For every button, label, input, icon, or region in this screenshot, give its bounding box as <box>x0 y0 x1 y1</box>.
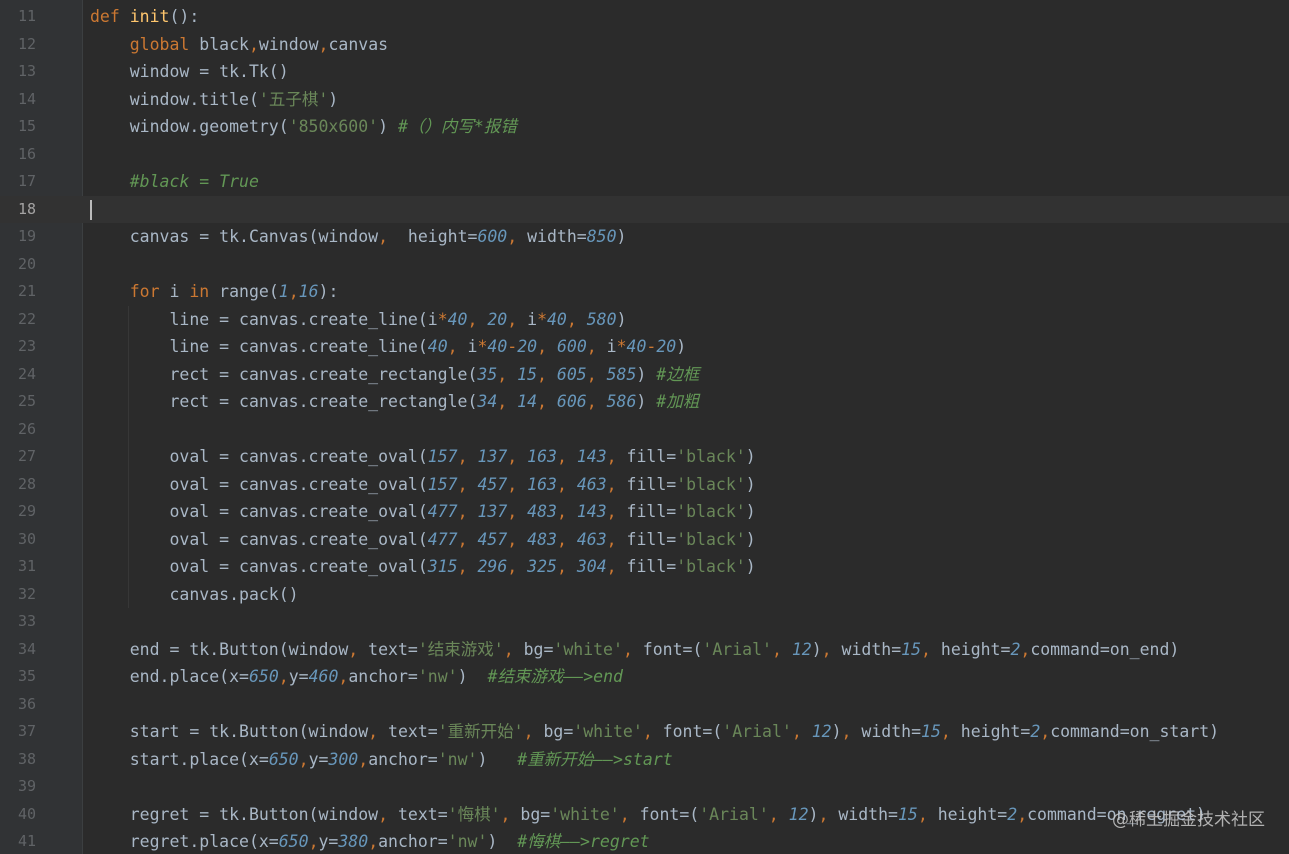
line-number: 14 <box>17 89 36 108</box>
code-line[interactable]: 29 oval = canvas.create_oval(477, 137, 4… <box>0 498 1289 526</box>
code-text: start.place(x=650,y=300,anchor='nw') #重新… <box>90 749 673 769</box>
line-number: 37 <box>17 722 36 740</box>
code-line[interactable]: 32 canvas.pack() <box>0 580 1289 608</box>
code-line[interactable]: 27 oval = canvas.create_oval(157, 137, 1… <box>0 443 1289 471</box>
line-number: 21 <box>17 282 36 300</box>
line-number: 19 <box>17 227 36 245</box>
code-text: #black = True <box>129 172 259 191</box>
code-text: start = tk.Button(window, text='重新开始', b… <box>90 722 1220 741</box>
code-text: line = canvas.create_line(i*40, 20, i*40… <box>90 309 627 329</box>
line-number: 18 <box>17 199 36 218</box>
code-line[interactable]: 39 <box>0 773 1289 801</box>
code-line[interactable]: 31 oval = canvas.create_oval(315, 296, 3… <box>0 553 1289 581</box>
code-line[interactable]: 26 <box>0 415 1289 443</box>
line-number: 13 <box>17 62 36 80</box>
code-line[interactable]: 16 <box>0 141 1289 169</box>
code-editor[interactable]: 11 def init(): 12 global black,window,canv… <box>0 0 1289 854</box>
code-line[interactable]: 38 start.place(x=650,y=300,anchor='nw') … <box>0 746 1289 774</box>
code-text: oval = canvas.create_oval(315, 296, 325,… <box>90 557 756 576</box>
line-number: 31 <box>17 557 36 575</box>
indent-guide <box>128 415 129 443</box>
code-text: rect = canvas.create_rectangle(34, 14, 6… <box>90 392 700 411</box>
line-number: 32 <box>17 584 36 603</box>
line-number: 26 <box>17 419 36 438</box>
code-text: window = tk.Tk() <box>90 62 289 81</box>
code-text: oval = canvas.create_oval(157, 457, 163,… <box>90 474 756 494</box>
code-line[interactable]: 15 window.geometry('850x600') #（）内写*报错 <box>0 113 1289 141</box>
code-line[interactable]: 21 for i in range(1,16): <box>0 278 1289 306</box>
code-text: regret.place(x=650,y=380,anchor='nw') #悔… <box>90 832 650 851</box>
line-number: 40 <box>17 804 36 823</box>
code-line[interactable]: 33 <box>0 608 1289 636</box>
line-number: 17 <box>17 172 36 190</box>
code-text: global black,window,canvas <box>129 34 389 54</box>
line-number: 22 <box>17 309 36 328</box>
code-line[interactable]: 12 global black,window,canvas <box>0 31 1289 59</box>
line-number: 41 <box>17 832 36 850</box>
code-text: window.title('五子棋') <box>90 89 339 109</box>
line-number: 33 <box>17 612 36 630</box>
line-number: 36 <box>17 694 36 713</box>
watermark: @稀土掘金技术社区 <box>1112 810 1265 830</box>
code-text: oval = canvas.create_oval(157, 137, 163,… <box>90 447 756 466</box>
line-number: 27 <box>17 447 36 465</box>
code-line[interactable]: 17 #black = True <box>0 168 1289 196</box>
code-line[interactable]: 20 <box>0 251 1289 279</box>
line-number: 34 <box>17 639 36 658</box>
line-number: 28 <box>17 474 36 493</box>
line-number: 24 <box>17 364 36 383</box>
code-line[interactable]: 28 oval = canvas.create_oval(157, 457, 1… <box>0 470 1289 498</box>
text-caret <box>90 199 92 220</box>
code-text: end.place(x=650,y=460,anchor='nw') #结束游戏… <box>90 667 623 686</box>
code-text: rect = canvas.create_rectangle(35, 15, 6… <box>90 364 700 384</box>
line-number: 16 <box>17 144 36 163</box>
code-text: for i in range(1,16): <box>129 282 339 301</box>
line-number: 30 <box>17 529 36 548</box>
code-text: oval = canvas.create_oval(477, 137, 483,… <box>90 502 756 521</box>
code-line[interactable]: 25 rect = canvas.create_rectangle(34, 14… <box>0 388 1289 416</box>
code-line[interactable]: 22 line = canvas.create_line(i*40, 20, i… <box>0 305 1289 333</box>
code-text: oval = canvas.create_oval(477, 457, 483,… <box>90 529 756 549</box>
code-text: window.geometry('850x600') #（）内写*报错 <box>90 117 517 136</box>
code-line[interactable]: 11 def init(): <box>0 3 1289 31</box>
line-number: 38 <box>17 749 36 768</box>
line-number: 20 <box>17 254 36 273</box>
code-line[interactable]: 13 window = tk.Tk() <box>0 58 1289 86</box>
line-number: 11 <box>17 7 36 25</box>
code-text: end = tk.Button(window, text='结束游戏', bg=… <box>90 639 1180 659</box>
code-line[interactable]: 34 end = tk.Button(window, text='结束游戏', … <box>0 636 1289 664</box>
line-number: 15 <box>17 117 36 135</box>
code-line[interactable]: 18 <box>0 195 1289 223</box>
line-number: 23 <box>17 337 36 355</box>
line-number: 25 <box>17 392 36 410</box>
code-line[interactable]: 30 oval = canvas.create_oval(477, 457, 4… <box>0 525 1289 553</box>
code-line[interactable]: 41 regret.place(x=650,y=380,anchor='nw')… <box>0 828 1289 854</box>
line-number: 35 <box>17 667 36 685</box>
code-text: regret = tk.Button(window, text='悔棋', bg… <box>90 804 1206 824</box>
code-text: canvas = tk.Canvas(window, height=600, w… <box>90 227 627 246</box>
code-line[interactable]: 23 line = canvas.create_line(40, i*40-20… <box>0 333 1289 361</box>
line-number: 29 <box>17 502 36 520</box>
line-number: 12 <box>17 34 36 53</box>
code-text: def init(): <box>90 7 200 26</box>
code-line[interactable]: 19 canvas = tk.Canvas(window, height=600… <box>0 223 1289 251</box>
code-text: canvas.pack() <box>90 584 299 604</box>
code-line[interactable]: 40 regret = tk.Button(window, text='悔棋',… <box>0 801 1289 829</box>
code-line[interactable]: 24 rect = canvas.create_rectangle(35, 15… <box>0 360 1289 388</box>
code-line[interactable]: 37 start = tk.Button(window, text='重新开始'… <box>0 718 1289 746</box>
code-line[interactable]: 14 window.title('五子棋') <box>0 86 1289 114</box>
code-text: line = canvas.create_line(40, i*40-20, 6… <box>90 337 687 356</box>
code-lines: 11 def init(): 12 global black,window,canv… <box>0 3 1289 854</box>
code-line[interactable]: 36 <box>0 691 1289 719</box>
code-line[interactable]: 35 end.place(x=650,y=460,anchor='nw') #结… <box>0 663 1289 691</box>
line-number: 39 <box>17 777 36 795</box>
